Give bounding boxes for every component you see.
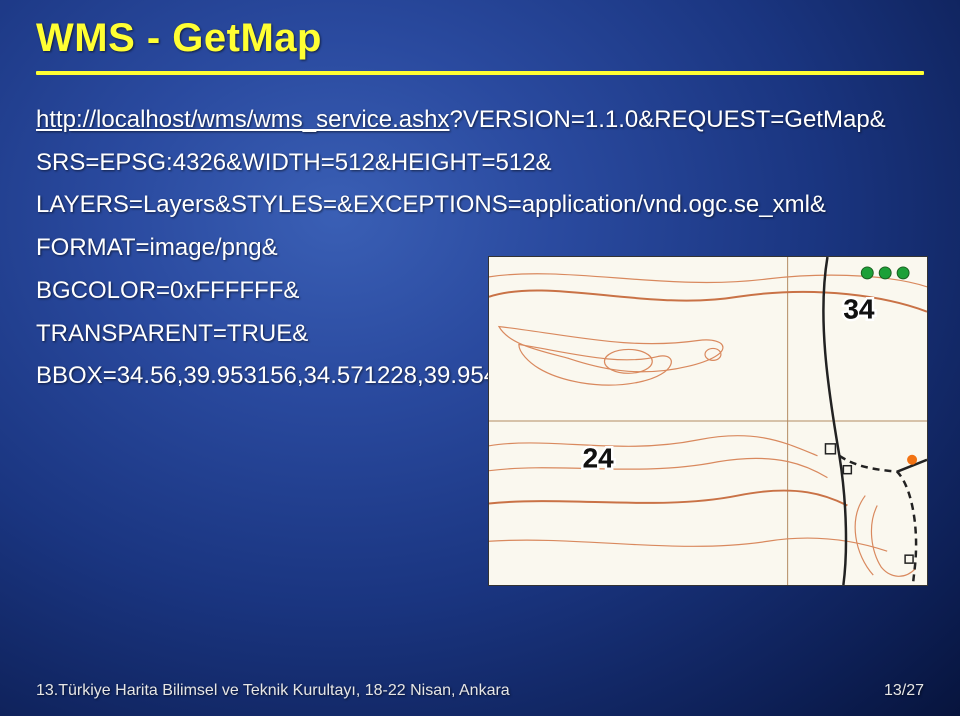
title-bar: WMS - GetMap — [0, 0, 960, 81]
url-line-2: SRS=EPSG:4326&WIDTH=512&HEIGHT=512& — [36, 142, 960, 185]
footer-text: 13.Türkiye Harita Bilimsel ve Teknik Kur… — [36, 682, 510, 700]
title-underline — [36, 71, 924, 75]
slide-title: WMS - GetMap — [36, 16, 924, 61]
page-number: 13/27 — [884, 682, 924, 700]
svg-text:24: 24 — [583, 443, 615, 474]
url-line-3: LAYERS=Layers&STYLES=&EXCEPTIONS=applica… — [36, 184, 960, 227]
url-line-1: http://localhost/wms/wms_service.ashx?VE… — [36, 99, 960, 142]
url-line-1-rest: ?VERSION=1.1.0&REQUEST=GetMap& — [449, 106, 885, 133]
url-link[interactable]: http://localhost/wms/wms_service.ashx — [36, 106, 449, 133]
svg-text:34: 34 — [843, 294, 875, 325]
footer: 13.Türkiye Harita Bilimsel ve Teknik Kur… — [0, 682, 960, 700]
map-image: 34 34 24 24 — [488, 256, 928, 586]
buildings — [825, 444, 913, 563]
